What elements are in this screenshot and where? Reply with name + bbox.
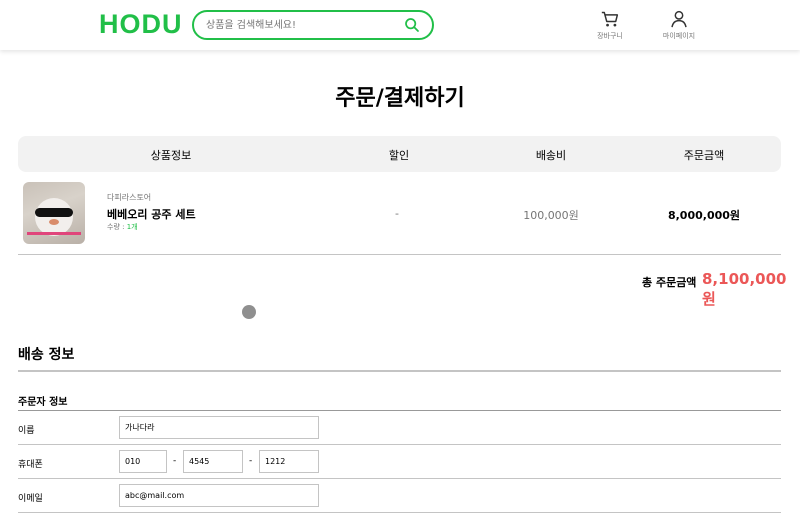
- name-label: 이름: [18, 426, 35, 436]
- cart-label: 장바구니: [597, 32, 623, 40]
- email-field[interactable]: [119, 484, 319, 507]
- quantity-label: 수량 :: [107, 223, 127, 231]
- user-icon: [671, 10, 687, 28]
- page-title: 주문/결제하기: [335, 86, 465, 111]
- cart-icon: [601, 11, 619, 27]
- search-input[interactable]: [206, 16, 396, 34]
- delivery-section: 배송 정보 주문자 정보 이름 휴대폰 - - 이메일: [0, 333, 800, 525]
- order-main: 주문/결제하기 상품정보 할인 배송비 주문금액 다피라스토어 베베오리 공주 …: [0, 50, 800, 333]
- search-icon[interactable]: [404, 17, 420, 33]
- product-quantity: 수량 : 1개: [107, 222, 138, 232]
- email-label: 이메일: [18, 494, 43, 504]
- header-shipping: 배송비: [535, 149, 567, 162]
- store-name: 다피라스토어: [107, 193, 152, 202]
- name-field[interactable]: [119, 416, 319, 439]
- header-discount: 할인: [388, 149, 410, 162]
- orderer-title: 주문자 정보: [18, 397, 68, 408]
- search-box[interactable]: [192, 10, 434, 40]
- phone-field-2[interactable]: [183, 450, 243, 473]
- product-image[interactable]: [23, 182, 85, 244]
- cart-button[interactable]: 장바구니: [580, 10, 640, 41]
- header-total: 주문금액: [683, 149, 725, 162]
- email-row: 이메일: [18, 479, 781, 513]
- name-row: 이름: [18, 411, 781, 445]
- mypage-button[interactable]: 마이페이지: [649, 10, 709, 41]
- section-divider: [18, 370, 781, 372]
- phone-separator: -: [173, 456, 177, 466]
- phone-field-3[interactable]: [259, 450, 319, 473]
- table-row: 다피라스토어 베베오리 공주 세트 수량 : 1개 - 100,000원 8,0…: [18, 172, 781, 255]
- order-amount: 8,000,000원: [667, 209, 741, 222]
- phone-label: 휴대폰: [18, 460, 43, 470]
- shipping-fee: 100,000원: [523, 209, 579, 222]
- phone-field-1[interactable]: [119, 450, 167, 473]
- product-name[interactable]: 베베오리 공주 세트: [107, 206, 196, 222]
- header-product: 상품정보: [150, 149, 192, 162]
- hodu-logo[interactable]: HODU: [99, 9, 183, 39]
- mypage-label: 마이페이지: [662, 32, 696, 40]
- phone-row: 휴대폰 - -: [18, 445, 781, 479]
- mouse-cursor: [242, 305, 256, 319]
- total-order-label: 총 주문금액: [642, 276, 697, 289]
- order-table-header: 상품정보 할인 배송비 주문금액: [18, 136, 781, 172]
- quantity-value: 1개: [126, 223, 138, 231]
- discount-value: -: [395, 207, 399, 220]
- top-header: HODU 장바구니 마이페이지: [0, 0, 800, 50]
- phone-separator: -: [249, 456, 253, 466]
- delivery-title: 배송 정보: [18, 347, 75, 363]
- total-order-value: 8,100,000원: [702, 270, 787, 308]
